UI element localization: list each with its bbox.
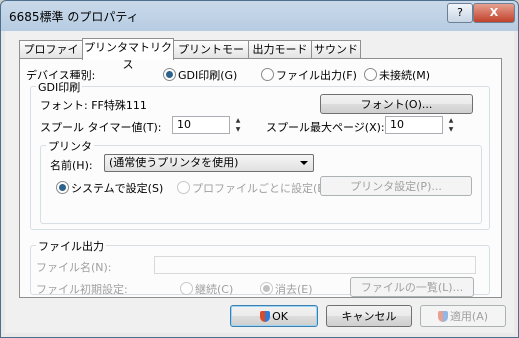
gdi-print-group-label: GDI印刷 xyxy=(36,79,83,95)
cancel-button[interactable]: キャンセル xyxy=(326,305,412,327)
delete-option-label[interactable]: 消去(E) xyxy=(275,281,313,297)
continue-option-label[interactable]: 継続(C) xyxy=(195,281,233,297)
spool-timer-spinner[interactable]: ▲ ▼ xyxy=(232,116,244,134)
spool-max-pages-label: スプール最大ページ(X): xyxy=(266,121,385,134)
file-list-button[interactable]: ファイルの一覧(L)... xyxy=(350,277,474,297)
tab-output-mode[interactable]: 出力モード xyxy=(248,40,312,58)
spool-timer-label: スプール タイマー値(T): xyxy=(40,121,162,134)
printer-name-value: (通常使うプリンタを使用) xyxy=(109,156,239,169)
ok-button[interactable]: OK xyxy=(230,305,318,327)
apply-label: 適用(A) xyxy=(449,310,489,323)
chevron-down-icon xyxy=(300,161,308,165)
ok-label: OK xyxy=(272,310,288,323)
file-output-radio[interactable] xyxy=(261,68,274,81)
shield-icon xyxy=(437,311,448,322)
tab-profile[interactable]: プロファイル xyxy=(19,40,83,73)
font-button[interactable]: フォント(O)... xyxy=(320,94,473,114)
delete-radio[interactable] xyxy=(260,282,273,295)
tab-printer-matrix[interactable]: プリンタマトリクス xyxy=(82,38,174,71)
file-output-group-label: ファイル出力 xyxy=(36,238,106,254)
file-name-label: ファイル名(N): xyxy=(36,261,112,274)
not-connected-option-label[interactable]: 未接続(M) xyxy=(379,67,430,83)
help-button[interactable]: ? xyxy=(447,3,473,23)
spool-timer-input[interactable]: 10 xyxy=(172,116,230,134)
spool-max-pages-input[interactable]: 10 xyxy=(385,116,443,134)
spool-max-pages-spinner[interactable]: ▲ ▼ xyxy=(445,116,457,134)
tab-panel: デバイス種別: GDI印刷(G) ファイル出力(F) 未接続(M) GDI印刷 … xyxy=(19,58,502,298)
not-connected-radio[interactable] xyxy=(364,68,377,81)
properties-window: 6685標準 のプロパティ ? X プロファイル プリンタマトリクス プリントモ… xyxy=(0,0,519,338)
printer-name-dropdown[interactable]: (通常使うプリンタを使用) xyxy=(104,154,314,172)
file-name-input[interactable] xyxy=(154,256,476,274)
system-setting-label[interactable]: システムで設定(S) xyxy=(71,180,163,196)
window-title: 6685標準 のプロパティ xyxy=(9,10,139,24)
gdi-print-radio[interactable] xyxy=(163,68,176,81)
tab-print-mode[interactable]: プリントモード xyxy=(173,40,249,73)
printer-group-label: プリンタ xyxy=(46,138,94,154)
continue-radio[interactable] xyxy=(180,282,193,295)
system-setting-radio[interactable] xyxy=(56,181,69,194)
file-initial-setting-label: ファイル初期設定: xyxy=(36,283,128,296)
shield-icon xyxy=(260,311,271,322)
tab-sound[interactable]: サウンド xyxy=(311,40,361,58)
apply-button[interactable]: 適用(A) xyxy=(420,305,506,327)
dialog-client: プロファイル プリンタマトリクス プリントモード 出力モード サウンド デバイス… xyxy=(5,31,514,333)
profile-setting-label[interactable]: プロファイルごとに設定(B) xyxy=(192,180,329,196)
font-info-text: フォント: FF特殊111 xyxy=(40,99,147,112)
gdi-print-option-label[interactable]: GDI印刷(G) xyxy=(178,67,237,83)
file-output-option-label[interactable]: ファイル出力(F) xyxy=(276,67,357,83)
profile-setting-radio[interactable] xyxy=(177,181,190,194)
printer-name-label: 名前(H): xyxy=(50,159,93,172)
title-bar: 6685標準 のプロパティ ? X xyxy=(1,1,518,31)
printer-settings-button[interactable]: プリンタ設定(P)... xyxy=(320,176,472,196)
close-button[interactable]: X xyxy=(473,3,515,23)
